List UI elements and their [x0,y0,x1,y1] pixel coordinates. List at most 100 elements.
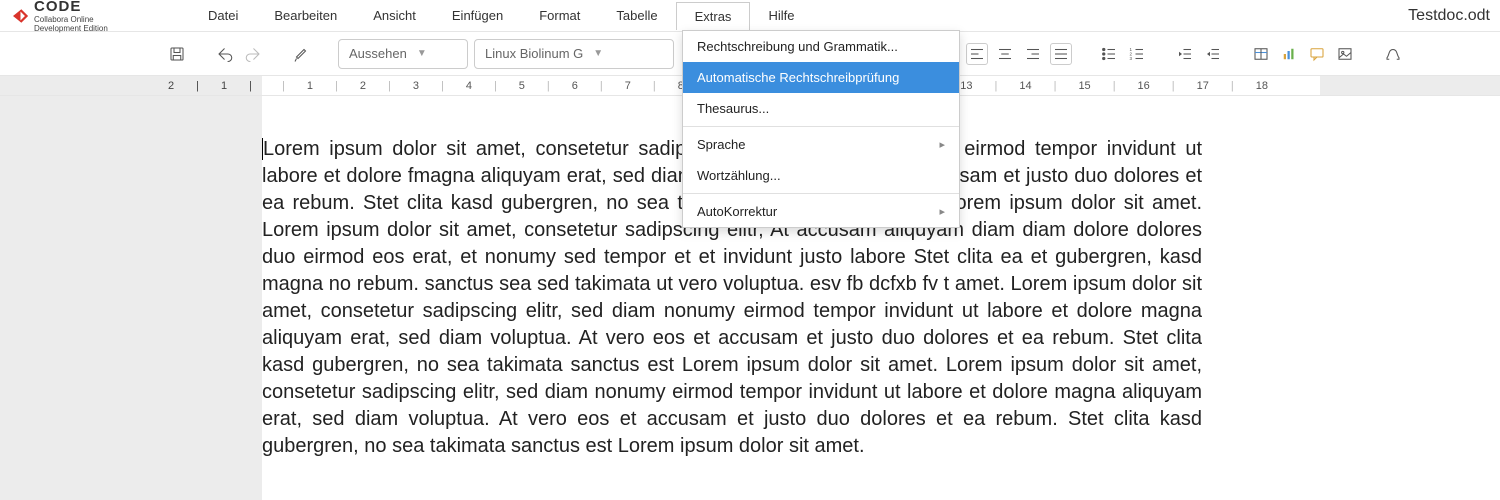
number-list-button[interactable]: 123 [1126,43,1148,65]
menu-insert[interactable]: Einfügen [434,2,521,29]
menu-auto-spellcheck-label: Automatische Rechtschreibprüfung [697,70,899,85]
left-gutter [0,96,262,500]
menu-thesaurus-label: Thesaurus... [697,101,769,116]
logo-icon [10,7,28,25]
ruler-mark: 16 [1138,80,1150,92]
svg-text:3: 3 [1130,56,1133,61]
align-right-icon [1024,45,1042,63]
ruler-tick: | [547,80,550,92]
submenu-arrow-icon: ▸ [939,205,945,218]
align-justify-button[interactable] [1050,43,1072,65]
menu-format[interactable]: Format [521,2,598,29]
logo-sub1: Collabora Online [34,15,108,24]
ruler-mark: 15 [1078,80,1090,92]
chart-icon [1280,45,1298,63]
ruler-tick: | [196,80,199,92]
indent-decrease-button[interactable] [1202,43,1224,65]
ruler-mark: 2 [168,80,174,92]
indent-decrease-icon [1204,45,1222,63]
ruler-negative: 2 | 1 | [0,76,262,96]
menu-file[interactable]: Datei [190,2,256,29]
extras-dropdown: Rechtschreibung und Grammatik... Automat… [682,30,960,228]
menu-autocorrect[interactable]: AutoKorrektur ▸ [683,196,959,227]
insert-chart-button[interactable] [1278,43,1300,65]
table-icon [1252,45,1270,63]
menu-spelling-label: Rechtschreibung und Grammatik... [697,39,898,54]
menu-thesaurus[interactable]: Thesaurus... [683,93,959,124]
image-icon [1336,45,1354,63]
ruler-tick: | [1172,80,1175,92]
ruler-tick: | [653,80,656,92]
ruler-mark: 2 [360,80,366,92]
ruler-tick: | [441,80,444,92]
save-icon [168,45,186,63]
undo-icon [216,45,234,63]
paragraph-style-select[interactable]: Aussehen ▼ [338,39,468,69]
comment-icon [1308,45,1326,63]
ruler-tick: | [494,80,497,92]
indent-increase-button[interactable] [1174,43,1196,65]
menu-language-label: Sprache [697,137,745,152]
menu-wordcount-label: Wortzählung... [697,168,781,183]
ruler-mark: 14 [1019,80,1031,92]
menu-table[interactable]: Tabelle [598,2,675,29]
ruler-tick: | [1054,80,1057,92]
menu-language[interactable]: Sprache▸ [683,129,959,160]
ruler-mark: 1 [307,80,313,92]
ruler-mark: 3 [413,80,419,92]
bullet-list-icon [1100,45,1118,63]
menu-extras[interactable]: Extras [676,2,751,30]
font-family-value: Linux Biolinum G [485,46,583,61]
align-center-icon [996,45,1014,63]
ruler-tick: | [1113,80,1116,92]
ruler-right-margin [1320,76,1500,96]
ruler-tick: | [282,80,285,92]
bullet-list-button[interactable] [1098,43,1120,65]
chevron-down-icon: ▼ [593,48,603,59]
save-button[interactable] [166,43,188,65]
redo-icon [244,45,262,63]
ruler-mark: 1 [221,80,227,92]
ruler-tick: | [249,80,252,92]
logo-text: CODE [34,0,108,15]
paintbrush-icon [292,45,310,63]
font-family-select[interactable]: Linux Biolinum G ▼ [474,39,674,69]
menu-autocorrect-label: AutoKorrektur [697,204,777,219]
redo-button[interactable] [242,43,264,65]
menu-edit[interactable]: Bearbeiten [256,2,355,29]
align-right-button[interactable] [1022,43,1044,65]
ruler-mark: 6 [572,80,578,92]
ruler-tick: | [1231,80,1234,92]
ruler-mark: 4 [466,80,472,92]
menu-view[interactable]: Ansicht [355,2,434,29]
menubar: CODE Collabora Online Development Editio… [0,0,1500,32]
indent-increase-icon [1176,45,1194,63]
menu-wordcount[interactable]: Wortzählung... [683,160,959,191]
app-logo: CODE Collabora Online Development Editio… [10,0,150,33]
align-center-button[interactable] [994,43,1016,65]
undo-button[interactable] [214,43,236,65]
ruler-mark: 17 [1197,80,1209,92]
menu-help[interactable]: Hilfe [750,2,812,29]
menu-separator [683,193,959,194]
ruler-tick: | [994,80,997,92]
menu-spelling[interactable]: Rechtschreibung und Grammatik... [683,31,959,62]
align-left-icon [968,45,986,63]
menu-separator [683,126,959,127]
insert-special-char-button[interactable] [1382,43,1404,65]
insert-comment-button[interactable] [1306,43,1328,65]
paragraph-style-value: Aussehen [349,46,407,61]
align-justify-icon [1052,45,1070,63]
format-paintbrush-button[interactable] [290,43,312,65]
ruler-mark: 7 [625,80,631,92]
insert-image-button[interactable] [1334,43,1356,65]
ruler-tick: | [388,80,391,92]
menu-auto-spellcheck[interactable]: Automatische Rechtschreibprüfung [683,62,959,93]
insert-table-button[interactable] [1250,43,1272,65]
ruler-mark: 5 [519,80,525,92]
chevron-down-icon: ▼ [417,48,427,59]
align-left-button[interactable] [966,43,988,65]
ruler-mark: 13 [960,80,972,92]
number-list-icon: 123 [1128,45,1146,63]
ruler-mark: 18 [1256,80,1268,92]
